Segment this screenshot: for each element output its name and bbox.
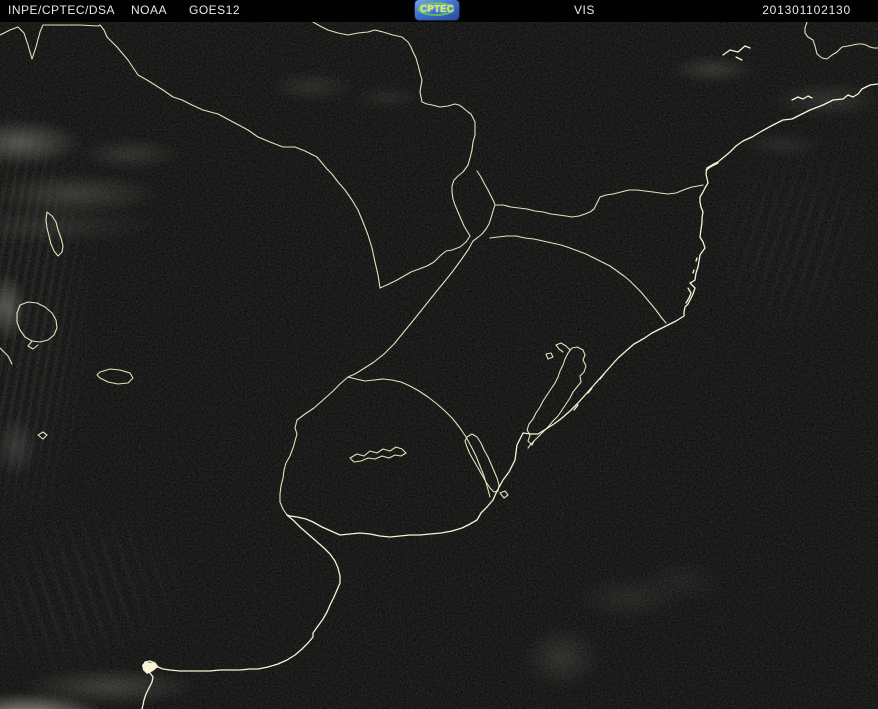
border-paraguay-brazil-parana [313, 22, 475, 288]
guaiba-inlet [556, 343, 570, 352]
coastline-brazil [287, 84, 878, 537]
lagoon-west-3 [38, 432, 47, 439]
coastal-dash-2 [693, 270, 694, 273]
river-fragment-west [0, 348, 12, 364]
channel-label: VIS [574, 0, 595, 22]
guaiba-west-blob [546, 353, 553, 359]
cananeia-strip [706, 163, 718, 170]
border-northwest [0, 25, 107, 59]
lagoa-mirim [465, 434, 499, 492]
noaa-label: NOAA [131, 0, 167, 22]
cptec-logo-text: CPTEC [415, 0, 459, 20]
mar-chiquita-tail [28, 341, 38, 349]
coastline-argentina [142, 515, 340, 709]
satellite-map-area [0, 22, 878, 709]
cptec-logo: CPTEC [415, 0, 459, 20]
border-brazil-uruguay [348, 377, 490, 497]
lagoon-west-1 [46, 212, 63, 256]
laguna-mar-chiquita [17, 302, 57, 342]
coastline-border-overlay [0, 22, 878, 709]
state-border-north [495, 185, 703, 217]
state-border-south [490, 236, 666, 323]
rincon-del-bonete [350, 447, 406, 462]
border-loop-northeast [805, 22, 878, 59]
timestamp-label: 201301102130 [762, 0, 851, 22]
agency-label: INPE/CPTEC/DSA [8, 0, 115, 22]
reservoir-squiggle-2 [736, 57, 742, 60]
laguna-negra [500, 491, 508, 498]
lagoa-dos-patos [527, 347, 586, 445]
satellite-image-viewer: INPE/CPTEC/DSA NOAA GOES12 CPTEC VIS 201… [0, 0, 878, 709]
barrier-dash-1 [600, 374, 604, 379]
satellite-label: GOES12 [189, 0, 240, 22]
coastal-dash-1 [696, 258, 697, 261]
lagoon-west-2 [97, 369, 133, 384]
header-bar: INPE/CPTEC/DSA NOAA GOES12 CPTEC VIS 201… [0, 0, 878, 22]
reservoir-squiggle-1 [723, 46, 750, 55]
estuary-channels [792, 96, 812, 100]
border-paraguay-argentina [107, 37, 380, 288]
